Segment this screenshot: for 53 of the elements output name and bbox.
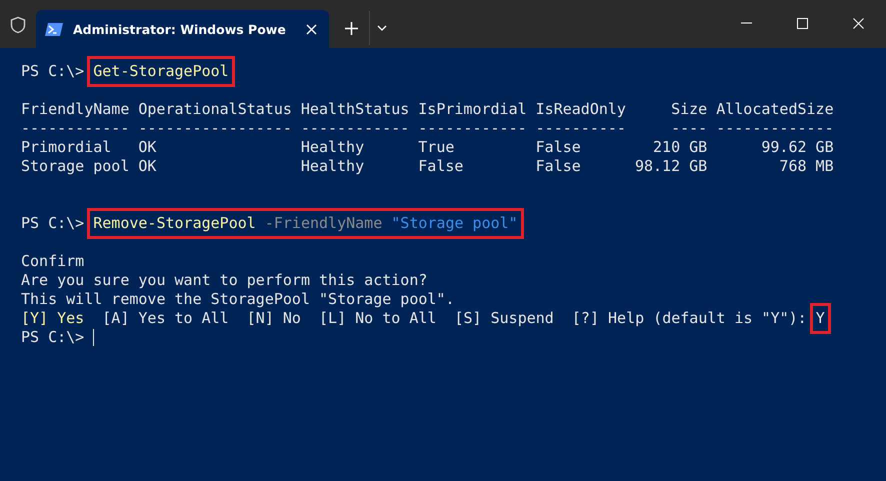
output-text: This will remove the StoragePool "Storage pool".	[21, 290, 454, 308]
column-header: IsPrimordial	[418, 100, 527, 119]
table-cell-text: OK	[138, 157, 158, 176]
plus-icon	[345, 22, 358, 34]
column-header: OperationalStatus	[138, 100, 292, 119]
choice-text: [N] No	[246, 309, 301, 327]
tab-title: Administrator: Windows Powe	[73, 22, 286, 36]
minimize-icon	[740, 22, 752, 24]
header-rule: ------------	[21, 119, 130, 138]
shield-icon	[9, 16, 27, 34]
table-cell-text: False	[536, 138, 582, 157]
prompt-text: PS C:\>	[21, 62, 84, 80]
chevron-down-icon	[377, 25, 388, 31]
header-rule: -----------------	[138, 119, 292, 138]
column-header: HealthStatus	[300, 100, 410, 119]
header-rule: ------------	[300, 119, 410, 138]
column-header: AllocatedSize	[716, 100, 834, 119]
choice-text: [S] Suspend	[454, 309, 554, 327]
table-cell-text: 210 GB	[652, 138, 708, 157]
column-header: Size	[670, 100, 708, 119]
table-cell-text: True	[418, 138, 456, 157]
header-rule: ------------	[418, 119, 527, 138]
choice-text: [A] Yes to All	[102, 309, 229, 327]
table-cell-text: 768 MB	[778, 157, 834, 176]
choice-text: [L] No to All	[319, 309, 436, 327]
output-text: Are you sure you want to perform this action?	[21, 271, 428, 289]
table-cell-text: False	[418, 157, 464, 176]
close-tab-icon[interactable]	[306, 24, 317, 34]
answer-text: Y	[810, 303, 831, 334]
table-cell-text: Healthy	[300, 157, 366, 176]
header-rule: ----------	[536, 119, 626, 138]
maximize-icon	[796, 18, 808, 28]
table-cell-text: 99.62 GB	[760, 138, 834, 157]
powershell-icon	[45, 22, 63, 36]
command-text: Remove-StoragePool -FriendlyName "Storage pool"	[87, 208, 524, 239]
table-cell-text: OK	[138, 138, 158, 157]
column-header: FriendlyName	[21, 100, 130, 119]
header-rule: ----	[670, 119, 708, 138]
column-header: IsReadOnly	[536, 100, 626, 119]
choice-text: [Y] Yes	[21, 309, 84, 327]
table-cell-text: Primordial	[21, 138, 112, 157]
table-cell-text: Healthy	[300, 138, 366, 157]
command-text: Get-StoragePool	[87, 56, 235, 87]
help-text: [?] Help (default is "Y"):	[572, 309, 807, 327]
table-cell-text: False	[536, 157, 582, 176]
table-cell: Storage pool	[21, 157, 130, 176]
header-rule: -------------	[716, 119, 834, 138]
prompt-text: PS C:\>	[21, 214, 84, 232]
close-icon	[852, 18, 864, 28]
table-cell: 98.12 GB	[634, 157, 708, 176]
terminal-tab[interactable]: Administrator: Windows Powe	[36, 10, 329, 48]
output-text: Confirm	[21, 252, 84, 270]
prompt-text: PS C:\>	[21, 328, 84, 346]
